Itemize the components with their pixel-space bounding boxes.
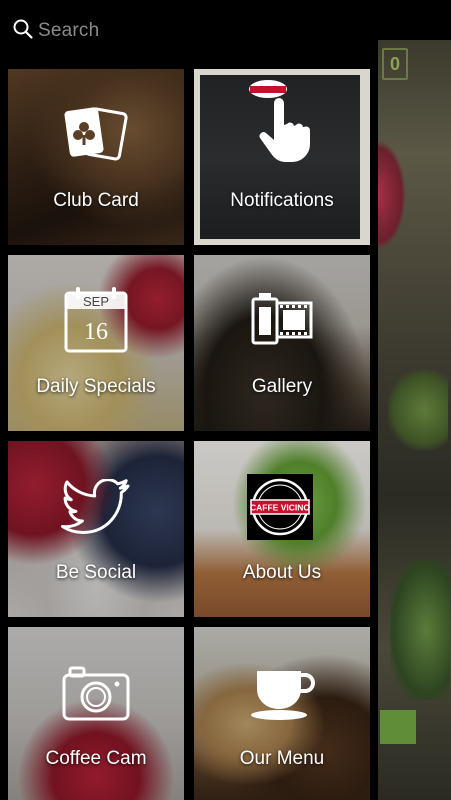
calendar-day: 16: [84, 319, 108, 345]
camera-icon: [61, 665, 131, 726]
underlying-page: 0: [378, 40, 451, 800]
underlying-image: [388, 370, 448, 450]
pointing-hand-icon: [252, 97, 312, 170]
tile-label: Notifications: [230, 190, 334, 211]
tile-daily-specials[interactable]: SEP 16 Daily Specials: [8, 255, 184, 431]
search-icon: [12, 18, 34, 45]
film-roll-icon: [249, 291, 315, 354]
tile-our-menu[interactable]: Our Menu: [194, 627, 370, 800]
calendar-icon: SEP 16: [63, 285, 129, 360]
underlying-image: [378, 140, 406, 250]
calendar-month: SEP: [83, 294, 109, 309]
search-bar[interactable]: Search: [0, 0, 378, 62]
logo-text: CAFFE VICINO: [250, 503, 310, 513]
twitter-bird-icon: [60, 478, 132, 542]
tile-label: Daily Specials: [36, 376, 156, 397]
caffe-vicino-logo: CAFFE VICINO: [247, 474, 313, 540]
tile-about-us[interactable]: CAFFE VICINO About Us: [194, 441, 370, 617]
tile-label: Be Social: [55, 562, 137, 583]
underlying-button[interactable]: [380, 710, 416, 744]
coffee-cup-icon: [249, 663, 315, 728]
tile-notifications[interactable]: Notifications: [194, 69, 370, 245]
tile-label: Our Menu: [239, 748, 325, 769]
tile-label: About Us: [242, 562, 322, 583]
underlying-image: [390, 560, 450, 700]
tile-label: Club Card: [53, 190, 139, 211]
tile-label: Gallery: [251, 376, 313, 397]
caffe-vicino-logo: [249, 80, 287, 98]
tile-label: Coffee Cam: [45, 748, 147, 769]
search-input[interactable]: Search: [38, 20, 99, 42]
underlying-badge: 0: [382, 48, 408, 80]
tile-gallery[interactable]: Gallery: [194, 255, 370, 431]
playing-cards-icon: [63, 103, 129, 170]
tile-coffee-cam[interactable]: Coffee Cam: [8, 627, 184, 800]
tile-be-social[interactable]: Be Social: [8, 441, 184, 617]
tile-club-card[interactable]: Club Card: [8, 69, 184, 245]
